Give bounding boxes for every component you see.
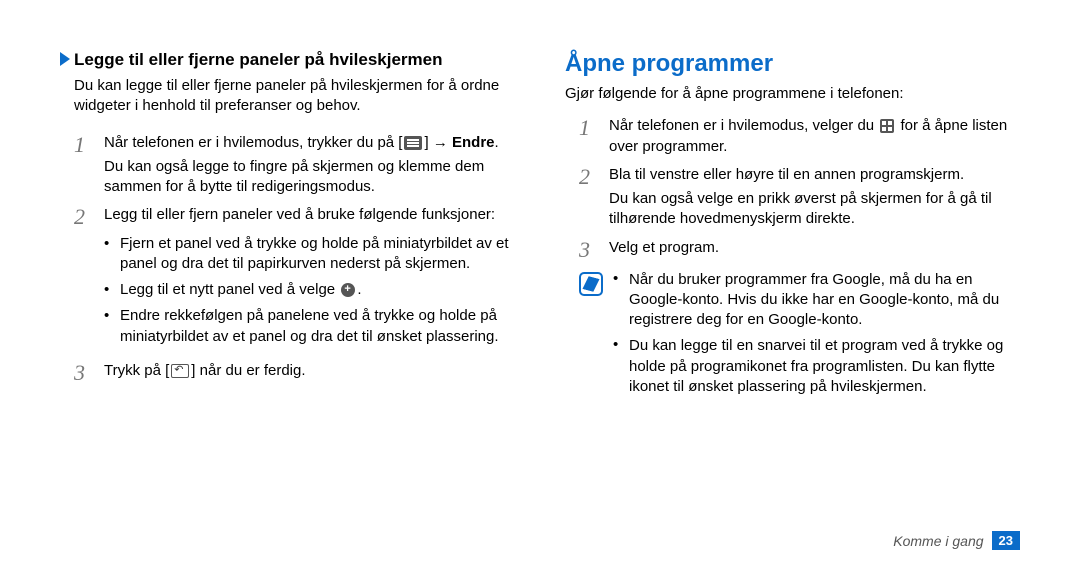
bullet-text: Fjern et panel ved å trykke og holde på … (120, 234, 525, 275)
bold-word: Endre (452, 134, 495, 151)
bullet-icon: • (613, 270, 623, 331)
list-item: • Legg til et nytt panel ved å velge . (104, 280, 525, 300)
step-text: Når telefonen er i hvilemodus, trykker d… (104, 134, 402, 151)
list-item: • Du kan legge til en snarvei til et pro… (613, 336, 1030, 397)
main-heading-right: Åpne programmer (565, 50, 1030, 78)
step-2-right: 2 Bla til venstre eller høyre til en ann… (565, 165, 1030, 230)
bullet-text: Du kan legge til en snarvei til et progr… (629, 336, 1030, 397)
right-column: Åpne programmer Gjør følgende for å åpne… (565, 50, 1030, 403)
step-extra-text: Du kan også legge to fingre på skjermen … (104, 157, 525, 198)
menu-icon (404, 136, 422, 150)
bullet-icon: • (104, 234, 114, 275)
step-number: 3 (579, 238, 597, 262)
step-1-right: 1 Når telefonen er i hvilemodus, velger … (565, 116, 1030, 157)
section-name: Komme i gang (893, 533, 983, 549)
step-number: 1 (74, 133, 92, 157)
step-2-left: 2 Legg til eller fjern paneler ved å bru… (60, 205, 525, 353)
list-item: • Endre rekkefølgen på panelene ved å tr… (104, 306, 525, 347)
step-3-left: 3 Trykk på [ ] når du er ferdig. (60, 361, 525, 385)
bullet-icon: • (104, 280, 114, 300)
step-text: Bla til venstre eller høyre til en annen… (609, 165, 1030, 185)
plus-icon (341, 283, 355, 297)
bullet-text: Når du bruker programmer fra Google, må … (629, 270, 1030, 331)
step-number: 2 (74, 205, 92, 229)
step-text: Velg et program. (609, 238, 1030, 258)
page-footer: Komme i gang 23 (893, 531, 1020, 550)
step-number: 2 (579, 165, 597, 189)
step-1-left: 1 Når telefonen er i hvilemodus, trykker… (60, 133, 525, 198)
step-3-right: 3 Velg et program. (565, 238, 1030, 262)
step-text: Trykk på [ (104, 362, 169, 379)
note-block: • Når du bruker programmer fra Google, m… (565, 270, 1030, 404)
step-text: . (495, 134, 499, 151)
note-icon (579, 272, 603, 296)
bullet-text: . (357, 281, 361, 298)
step-text: ] når du er ferdig. (191, 362, 305, 379)
left-column: Legge til eller fjerne paneler på hviles… (60, 50, 525, 403)
step-extra-text: Du kan også velge en prikk øverst på skj… (609, 189, 1030, 230)
bullet-icon: • (104, 306, 114, 347)
step-number: 1 (579, 116, 597, 140)
intro-text-left: Du kan legge til eller fjerne paneler på… (60, 76, 525, 117)
bullet-text: Legg til et nytt panel ved å velge (120, 281, 339, 298)
bullet-icon: • (613, 336, 623, 397)
step-text: ] → (424, 134, 452, 151)
intro-text-right: Gjør følgende for å åpne programmene i t… (565, 84, 1030, 104)
step-text: Legg til eller fjern paneler ved å bruke… (104, 205, 525, 225)
list-item: • Når du bruker programmer fra Google, m… (613, 270, 1030, 331)
back-icon (171, 364, 189, 378)
page-number: 23 (992, 531, 1020, 550)
bullet-text: Endre rekkefølgen på panelene ved å tryk… (120, 306, 525, 347)
apps-grid-icon (880, 119, 894, 133)
section-heading-left: Legge til eller fjerne paneler på hviles… (60, 50, 525, 70)
list-item: • Fjern et panel ved å trykke og holde p… (104, 234, 525, 275)
step-text: Når telefonen er i hvilemodus, velger du (609, 117, 878, 134)
step-number: 3 (74, 361, 92, 385)
